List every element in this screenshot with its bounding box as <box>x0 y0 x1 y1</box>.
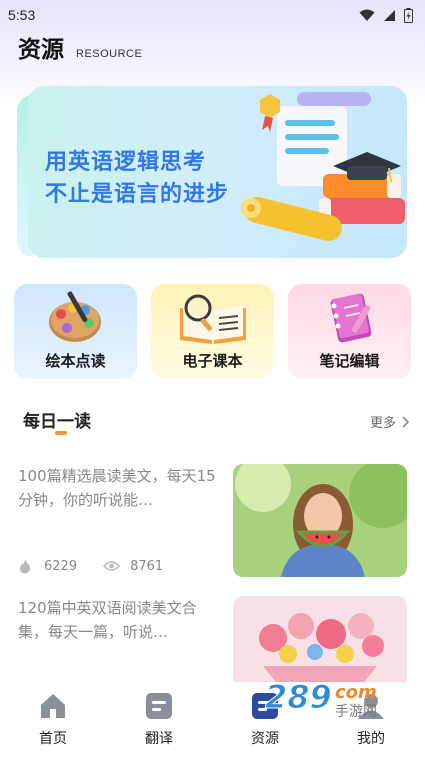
palette-icon <box>48 291 101 342</box>
battery-icon <box>404 7 413 23</box>
section-underline <box>55 431 67 435</box>
svg-text:手游网: 手游网 <box>335 704 377 718</box>
status-bar: 5:53 <box>0 0 425 30</box>
nav-label: 首页 <box>39 731 67 747</box>
note-editing-card[interactable]: 笔记编辑 <box>288 284 411 379</box>
article-summary: 100篇精选晨读美文，每天15分钟，你的听说能… <box>18 467 216 509</box>
status-time: 5:53 <box>8 7 36 23</box>
nav-label: 资源 <box>251 731 279 747</box>
article-thumbnail[interactable] <box>233 464 407 577</box>
promo-banner[interactable]: 用英语逻辑思考 不止是语言的进步 <box>28 86 407 258</box>
page-header: 资源 RESOURCE <box>18 30 142 64</box>
article-stats: 6229 8761 <box>18 558 169 574</box>
page-title: 资源 <box>18 37 64 63</box>
translate-icon <box>146 693 172 719</box>
svg-text:com: com <box>335 682 377 703</box>
e-textbook-card[interactable]: 电子课本 <box>151 284 274 379</box>
card-label: 电子课本 <box>182 352 243 370</box>
eye-icon <box>103 561 121 571</box>
wifi-icon <box>359 9 375 21</box>
article-summary: 120篇中英双语阅读美文合集，每天一篇，听说… <box>18 599 197 641</box>
home-icon <box>41 694 65 718</box>
notebook-icon <box>330 293 371 343</box>
banner-subheadline: 不止是语言的进步 <box>45 182 230 207</box>
article-item[interactable]: 100篇精选晨读美文，每天15分钟，你的听说能… <box>18 464 216 512</box>
article-item[interactable]: 120篇中英双语阅读美文合集，每天一篇，听说… <box>18 596 216 644</box>
like-count: 6229 <box>44 558 78 574</box>
nav-translate[interactable]: 翻译 <box>124 692 194 748</box>
svg-text:289: 289 <box>265 678 332 716</box>
flame-icon <box>20 559 30 574</box>
card-label: 绘本点读 <box>45 352 106 370</box>
girl-eating-watermelon-image <box>233 464 407 577</box>
view-count: 8761 <box>130 558 164 574</box>
site-watermark-logo: 289 com 手游网 <box>265 678 378 718</box>
graduation-books-illustration <box>241 92 405 241</box>
more-label: 更多 <box>369 416 396 431</box>
open-book-icon <box>179 294 246 344</box>
nav-home[interactable]: 首页 <box>18 692 88 748</box>
daily-reading-title: 每日一读 <box>23 412 91 432</box>
chevron-right-icon <box>402 416 409 427</box>
nav-label: 翻译 <box>145 731 173 747</box>
banner-headline: 用英语逻辑思考 <box>45 150 207 175</box>
page-subtitle: RESOURCE <box>76 48 143 60</box>
more-link[interactable]: 更多 <box>370 412 409 431</box>
picture-book-reading-card[interactable]: 绘本点读 <box>14 284 137 379</box>
nav-label: 我的 <box>357 731 385 747</box>
signal-icon <box>384 9 395 21</box>
card-label: 笔记编辑 <box>319 352 380 370</box>
